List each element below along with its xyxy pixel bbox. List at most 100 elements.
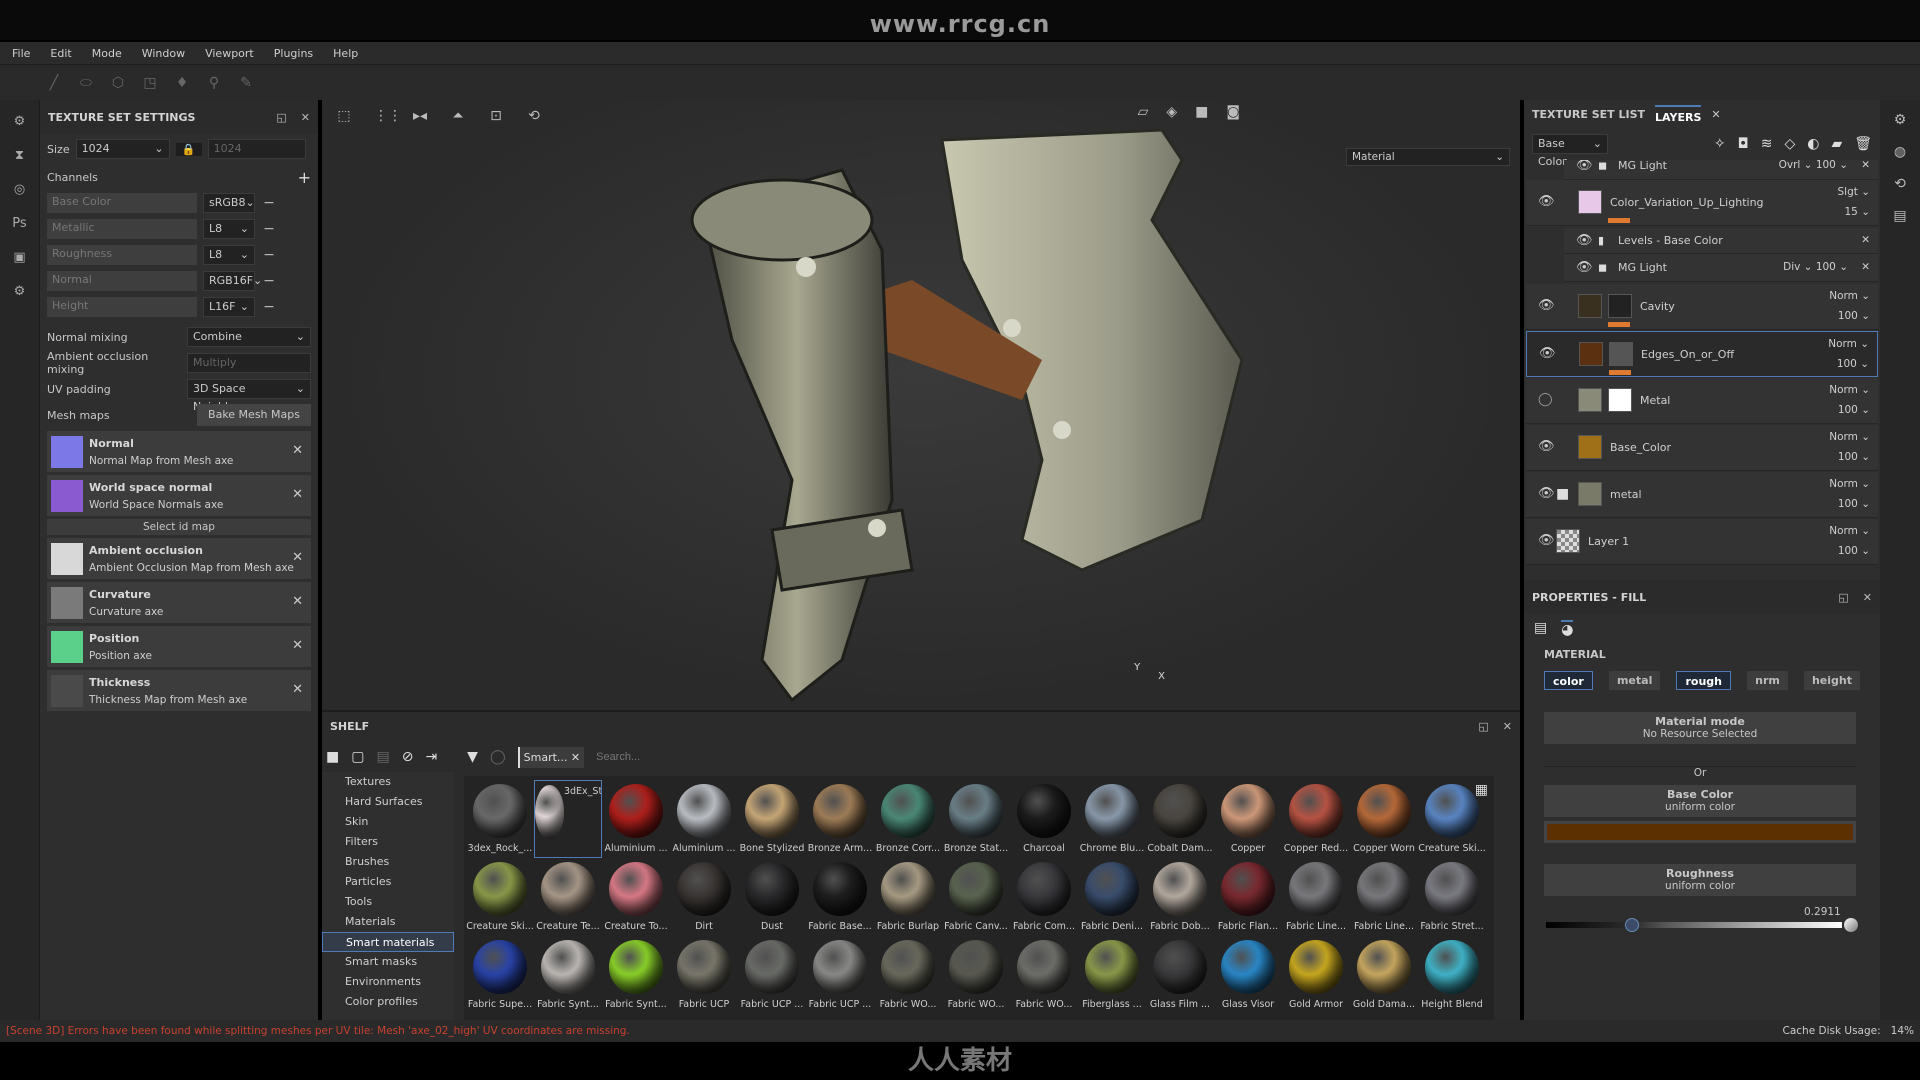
hourglass-icon[interactable]: ⧗: [10, 148, 30, 168]
screenshot-icon[interactable]: ◙: [1226, 104, 1240, 120]
shelf-category[interactable]: Smart masks: [322, 952, 454, 972]
channel-format-select[interactable]: L16F ⌄: [203, 297, 255, 317]
shelf-material-item[interactable]: Fabric WO...: [874, 936, 942, 1014]
uv-padding-select[interactable]: 3D Space Neighbor⌄: [187, 379, 311, 413]
layer-row[interactable]: 👁 Base_Color Norm ⌄ 100 ⌄: [1526, 425, 1878, 471]
shelf-material-item[interactable]: Dust: [738, 858, 806, 936]
blend-mode-select[interactable]: Norm ⌄: [1829, 290, 1870, 302]
log-icon[interactable]: ▤: [1891, 208, 1909, 226]
opacity-select[interactable]: 100 ⌄: [1838, 310, 1870, 322]
channel-tab-rough[interactable]: rough: [1676, 671, 1731, 690]
layer-effect[interactable]: 👁 ◼ MG Light Div ⌄ 100 ⌄ ✕: [1564, 254, 1878, 282]
shelf-material-item[interactable]: Copper: [1214, 780, 1282, 858]
mesh-map-curvature[interactable]: Curvature Curvature axe ✕: [47, 582, 311, 623]
add-mask-icon[interactable]: ◘: [1738, 136, 1749, 152]
shelf-material-item[interactable]: Fabric Line...: [1350, 858, 1418, 936]
save-icon[interactable]: ▤: [376, 749, 389, 765]
plugin-icon[interactable]: ⚙: [10, 284, 30, 304]
filter-icon[interactable]: ▼: [467, 749, 478, 765]
slider-handle[interactable]: [1625, 918, 1640, 932]
mesh-map-position[interactable]: Position Position axe ✕: [47, 626, 311, 667]
shelf-material-item[interactable]: Fabric UCP ...: [806, 936, 874, 1014]
filter-tag[interactable]: Smart... ✕: [517, 746, 585, 768]
eye-icon[interactable]: 👁: [1538, 298, 1555, 313]
shelf-material-item[interactable]: Fabric UCP ...: [738, 936, 806, 1014]
eye-closed-icon[interactable]: ◯: [1538, 392, 1553, 407]
tab-layers[interactable]: LAYERS: [1655, 104, 1702, 124]
opacity-select[interactable]: 100 ⌄: [1838, 498, 1870, 510]
color-picker-icon[interactable]: [1844, 918, 1858, 932]
mirror-y-icon[interactable]: ⏶: [450, 108, 466, 124]
shelf-material-item[interactable]: Bronze Arm...: [806, 780, 874, 858]
remove-channel-button[interactable]: −: [261, 273, 277, 289]
menu-mode[interactable]: Mode: [92, 47, 122, 60]
size-select[interactable]: 1024 ⌄: [75, 139, 170, 159]
shelf-material-item[interactable]: Bronze Stat...: [942, 780, 1010, 858]
3d-viewport[interactable]: ⬚ ⋮⋮ ▸◂ ⏶ ⊡ ⟲ ▱ ◈ ■ ◙ Material ⌄ YX: [322, 100, 1520, 710]
remove-map-icon[interactable]: ✕: [292, 682, 303, 697]
refresh-icon[interactable]: ◯: [490, 749, 506, 765]
fit-icon[interactable]: ⊡: [488, 108, 504, 124]
blend-mode-select[interactable]: Norm ⌄: [1829, 478, 1870, 490]
shelf-material-item[interactable]: Aluminium ...: [602, 780, 670, 858]
remove-channel-button[interactable]: −: [261, 247, 277, 263]
menu-plugins[interactable]: Plugins: [274, 47, 313, 60]
shelf-material-item[interactable]: Fabric Synt...: [534, 936, 602, 1014]
hide-icon[interactable]: ⊘: [402, 749, 414, 765]
remove-channel-button[interactable]: −: [261, 195, 277, 211]
shelf-material-item[interactable]: Fiberglass ...: [1078, 936, 1146, 1014]
blend-mode-select[interactable]: Norm ⌄: [1828, 338, 1869, 350]
layer-row[interactable]: 👁 Color_Variation_Up_Lighting Slgt ⌄ 15 ⌄: [1526, 180, 1878, 226]
mesh-map-thickness[interactable]: Thickness Thickness Map from Mesh axe ✕: [47, 670, 311, 711]
shelf-material-item[interactable]: Fabric WO...: [1010, 936, 1078, 1014]
history-icon[interactable]: ⟲: [1891, 176, 1909, 194]
eraser-icon[interactable]: ⬭: [78, 75, 94, 91]
material-tab-icon[interactable]: ◕: [1561, 620, 1574, 638]
shelf-material-item[interactable]: Fabric Line...: [1282, 858, 1350, 936]
new-file-icon[interactable]: ▢: [351, 749, 364, 765]
normal-mixing-select[interactable]: Combine ⌄: [187, 327, 311, 347]
shelf-category[interactable]: Textures: [322, 772, 454, 792]
blend-mode-select[interactable]: Slgt ⌄: [1837, 186, 1870, 198]
display-icon[interactable]: ◎: [10, 182, 30, 202]
cube-icon[interactable]: ◈: [1166, 104, 1177, 120]
menu-window[interactable]: Window: [142, 47, 185, 60]
channel-tab-metal[interactable]: metal: [1608, 671, 1661, 690]
undock-icon[interactable]: ◱: [276, 111, 286, 124]
shelf-material-item[interactable]: Cobalt Dam...: [1146, 780, 1214, 858]
blend-mode[interactable]: Div ⌄ 100 ⌄: [1783, 261, 1848, 273]
shelf-category[interactable]: Filters: [322, 832, 454, 852]
menu-viewport[interactable]: Viewport: [205, 47, 254, 60]
eye-icon[interactable]: 👁: [1576, 160, 1593, 173]
shelf-material-item[interactable]: Fabric Stret...: [1418, 858, 1486, 936]
shader-settings-icon[interactable]: ◍: [1891, 144, 1909, 162]
photoshop-export-icon[interactable]: Ps: [10, 216, 30, 236]
remove-effect-icon[interactable]: ✕: [1861, 160, 1870, 171]
shelf-material-item[interactable]: Creature Te...: [534, 858, 602, 936]
shelf-material-item[interactable]: Creature Ski...: [1418, 780, 1486, 858]
blend-mode-select[interactable]: Norm ⌄: [1829, 525, 1870, 537]
channel-format-select[interactable]: sRGB8 ⌄: [203, 193, 255, 213]
remove-channel-button[interactable]: −: [261, 299, 277, 315]
projection-icon[interactable]: ⬡: [110, 75, 126, 91]
shelf-material-item[interactable]: Creature To...: [602, 858, 670, 936]
shelf-material-item[interactable]: Bronze Corr...: [874, 780, 942, 858]
close-icon[interactable]: ✕: [1503, 720, 1512, 733]
shelf-category[interactable]: Environments: [322, 972, 454, 992]
shelf-material-item[interactable]: Fabric Synt...: [602, 936, 670, 1014]
base-color-swatch[interactable]: [1544, 821, 1856, 843]
lock-icon[interactable]: 🔒: [175, 142, 202, 156]
blend-mode[interactable]: Ovrl ⌄ 100 ⌄: [1779, 160, 1848, 171]
shelf-material-item[interactable]: Glass Visor: [1214, 936, 1282, 1014]
shelf-material-item[interactable]: Gold Dama...: [1350, 936, 1418, 1014]
select-id-map-button[interactable]: Select id map: [47, 519, 311, 535]
remove-map-icon[interactable]: ✕: [292, 550, 303, 565]
mirror-x-icon[interactable]: ▸◂: [412, 108, 428, 124]
eye-icon[interactable]: 👁: [1538, 486, 1555, 501]
reset-icon[interactable]: ⟲: [526, 108, 542, 124]
layer-row[interactable]: 👁 Cavity Norm ⌄ 100 ⌄: [1526, 284, 1878, 330]
channel-tab-height[interactable]: height: [1803, 671, 1860, 690]
shelf-category[interactable]: Brushes: [322, 852, 454, 872]
shelf-material-item[interactable]: Fabric UCP: [670, 936, 738, 1014]
layer-row[interactable]: 👁 Edges_On_or_Off Norm ⌄ 100 ⌄: [1526, 331, 1878, 377]
